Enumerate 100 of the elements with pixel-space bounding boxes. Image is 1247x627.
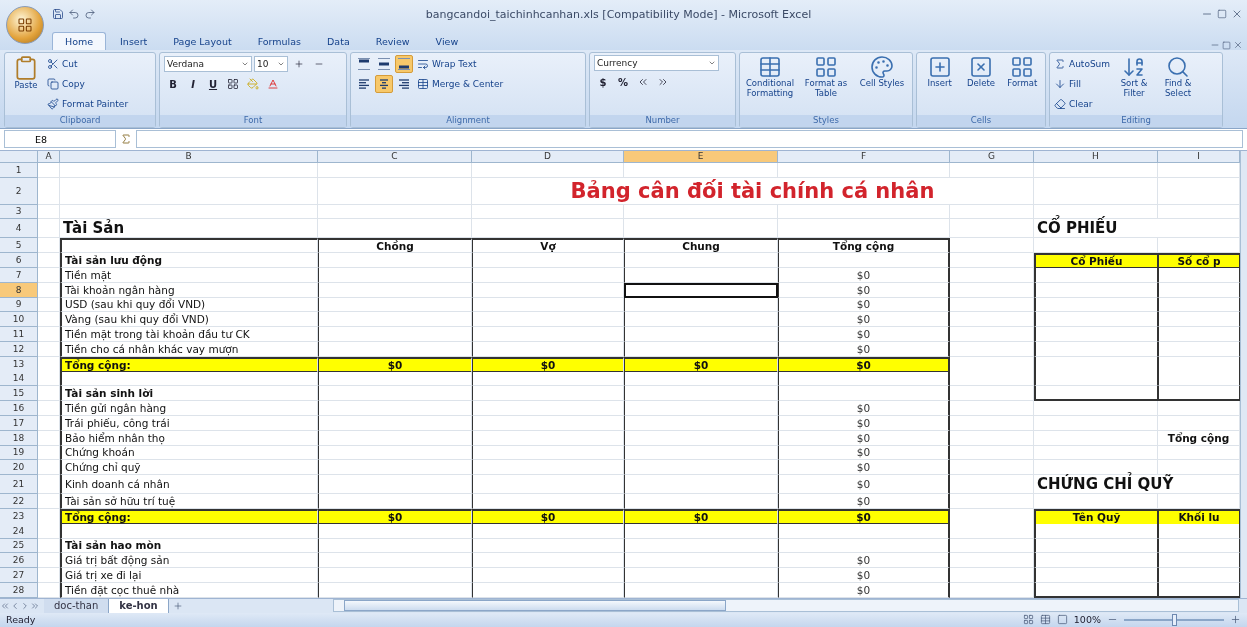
row-header[interactable]: 5 [0,238,38,254]
sheet-tab[interactable]: doc-than [44,598,110,613]
font-style-button[interactable]: I [184,75,202,93]
paste-button[interactable]: Paste [9,55,43,91]
editing-button[interactable]: Fill [1054,75,1111,93]
align-icon [357,78,371,90]
row-header[interactable]: 20 [0,460,38,476]
double-chevron-icon [637,76,649,88]
font-style-button[interactable]: B [164,75,182,93]
table-cell: Số cổ p [1158,253,1240,269]
styles-button[interactable]: Conditional Formatting [744,55,796,99]
name-box[interactable]: E8 [4,130,116,149]
clipboard-icon [13,55,39,81]
chevron-left-icon [10,600,20,611]
group-label: Styles [740,115,912,127]
section-heading: Tài Sản [60,219,318,239]
page-break-button[interactable] [1056,614,1068,626]
close-button[interactable] [1231,8,1243,20]
vertical-align-button[interactable] [355,55,373,73]
table-cell: $0 [778,327,950,342]
row-header[interactable]: 10 [0,312,38,328]
slider-thumb[interactable] [1171,613,1177,626]
vertical-scrollbar[interactable] [1240,150,1247,598]
row-header[interactable]: 6 [0,253,38,269]
table-cell: $0 [778,494,950,509]
ribbon-tab[interactable]: View [423,33,471,50]
editing-button[interactable]: Sort & Filter [1114,55,1155,99]
ribbon-tab[interactable]: Review [363,33,422,50]
first-sheet-button[interactable] [0,600,10,611]
restore-button[interactable] [1217,9,1227,19]
font-size-field[interactable]: 10 [254,56,288,72]
row-header[interactable]: 16 [0,401,38,416]
formula-input[interactable] [136,130,1243,149]
redo-icon [84,8,96,20]
last-sheet-button[interactable] [30,600,40,611]
horizontal-align-button[interactable] [375,75,393,93]
office-button[interactable] [6,6,44,44]
clipboard-button[interactable]: Copy [47,75,129,93]
undo-button[interactable] [68,8,80,20]
vertical-align-button[interactable] [395,55,413,73]
group-label: Clipboard [5,115,155,127]
ribbon-tab[interactable]: Formulas [245,33,313,50]
restore-button[interactable] [1222,41,1231,50]
ribbon-tab[interactable]: Data [315,33,362,50]
row-header[interactable]: 2 [0,177,38,205]
vertical-align-button[interactable] [375,55,393,73]
alignment-button[interactable]: Wrap Text [417,55,504,73]
row-header[interactable]: 27 [0,568,38,583]
font-name-field[interactable]: Verdana [164,56,252,72]
cells-button[interactable]: Format [1003,55,1041,89]
styles-button[interactable]: Cell Styles [856,55,908,89]
plus-icon [294,59,304,69]
save-button[interactable] [52,8,64,20]
fill-color-button[interactable] [244,75,262,93]
row-header[interactable]: 4 [0,219,38,239]
table-cell: Chung [624,238,778,254]
normal-view-button[interactable] [1022,614,1034,626]
grid-icon [17,17,33,33]
sheet-title: Bảng cân đối tài chính cá nhân [472,177,1034,205]
zoom-level: 100% [1073,614,1101,626]
next-sheet-button[interactable] [20,600,30,611]
chevron-right-icon [20,600,30,611]
sheet-tab[interactable]: ke-hon [109,598,169,613]
table-cell: Tài sản sinh lời [60,386,318,402]
ribbon-tab[interactable]: Page Layout [161,33,244,50]
close-icon [1233,40,1243,50]
row-header[interactable]: 26 [0,553,38,569]
editing-button[interactable]: Find & Select [1158,55,1199,99]
table-cell: $0 [778,553,950,569]
ribbon-tab[interactable]: Insert [108,33,160,50]
row-header[interactable]: 22 [0,494,38,509]
ribbon-tab[interactable]: Home [52,32,107,50]
plus-icon [1230,614,1241,626]
align-icon [377,58,391,70]
row-header[interactable]: 11 [0,327,38,342]
clipboard-button[interactable]: Format Painter [47,95,129,113]
square-x-icon [969,55,993,79]
align-icon [357,58,371,70]
alignment-button[interactable]: Merge & Center [417,75,504,93]
zoom-in-button[interactable] [1230,614,1241,626]
grid-icon [1022,614,1034,626]
number-format-button[interactable]: % [614,73,632,91]
clipboard-button[interactable]: Cut [47,55,129,73]
editing-button[interactable]: AutoSum [1054,55,1111,73]
table-cell: $0 [778,312,950,328]
styles-button[interactable]: Format as Table [800,55,852,99]
number-format-field[interactable]: Currency [594,55,719,71]
number-format-button[interactable]: $ [594,73,612,91]
insert-sheet-button[interactable] [172,600,183,611]
row-header[interactable]: 21 [0,475,38,495]
horizontal-scrollbar[interactable] [332,599,1239,613]
cells-button[interactable]: Insert [921,55,959,89]
row-header[interactable]: 15 [0,386,38,402]
font-style-button[interactable]: U [204,75,222,93]
editing-button[interactable]: Clear [1054,95,1111,113]
page-layout-button[interactable] [1039,614,1051,626]
cells-button[interactable]: Delete [962,55,1000,89]
close-button[interactable] [1233,40,1243,50]
redo-button[interactable] [84,8,96,20]
prev-sheet-button[interactable] [10,600,20,611]
